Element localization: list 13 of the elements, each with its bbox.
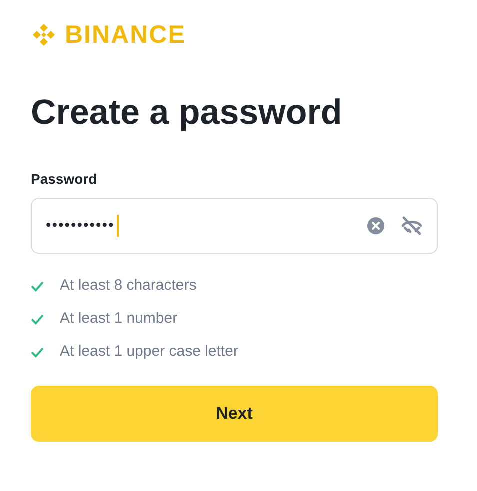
- field-label: Password: [31, 170, 98, 189]
- hidden-eye-icon[interactable]: [401, 216, 423, 236]
- text-cursor: [116, 215, 119, 237]
- password-value: •••••••••••: [46, 216, 115, 236]
- requirement-text: At least 1 upper case letter: [60, 342, 238, 362]
- logo-icon: [31, 22, 57, 48]
- requirement-text: At least 8 characters: [60, 276, 197, 296]
- requirement-text: At least 1 number: [60, 309, 178, 330]
- page-title: Create a password: [31, 92, 344, 134]
- next-button[interactable]: Next: [31, 386, 438, 442]
- clear-icon[interactable]: [367, 217, 385, 235]
- password-field[interactable]: •••••••••••: [31, 198, 438, 254]
- brand-name: BINANCE: [65, 22, 186, 48]
